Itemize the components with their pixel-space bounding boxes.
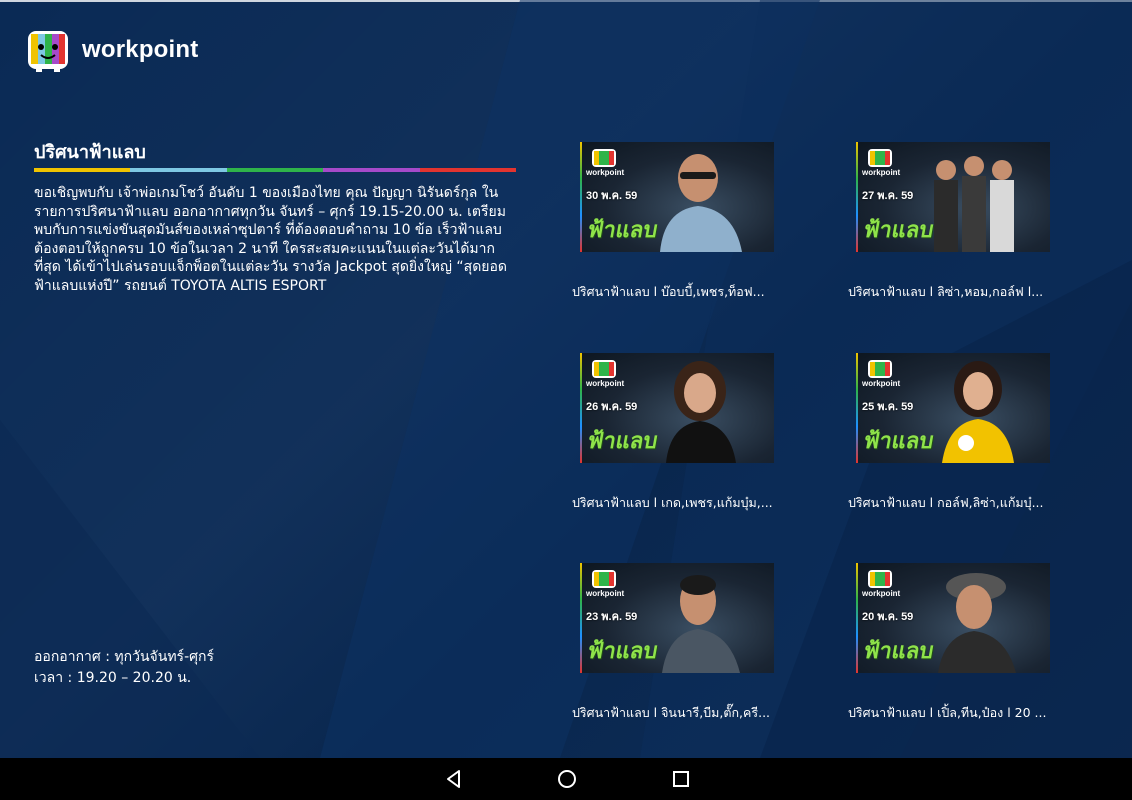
- thumb-wordmark: workpoint: [586, 168, 625, 177]
- workpoint-mini-logo-icon: [592, 360, 616, 378]
- rainbow-segment: [130, 168, 227, 172]
- thumb-rainbow-bar: [856, 563, 858, 673]
- rainbow-divider: [34, 168, 517, 172]
- episode-date: 23 พ.ค. 59: [586, 611, 638, 623]
- app-header: workpoint: [24, 26, 198, 74]
- episode-title[interactable]: ปริศนาฟ้าแลบ l จินนารี,บีม,ตั๊ก,ครี...: [572, 703, 792, 723]
- episode-date: 27 พ.ค. 59: [862, 190, 914, 202]
- episode-thumbnail[interactable]: workpoint 27 พ.ค. 59 ฟ้าแลบ: [856, 142, 1050, 252]
- status-strip: [0, 0, 1132, 2]
- rainbow-segment: [34, 168, 131, 172]
- show-mark: ฟ้าแลบ: [585, 429, 660, 454]
- workpoint-mini-logo-icon: [592, 149, 616, 167]
- air-days: ออกอากาศ : ทุกวันจันทร์-ศุกร์: [34, 649, 214, 665]
- home-circle-icon[interactable]: [556, 768, 578, 790]
- episode-date: 20 พ.ค. 59: [862, 611, 914, 623]
- episode-date: 30 พ.ค. 59: [586, 190, 638, 202]
- thumb-rainbow-bar: [856, 353, 858, 463]
- rainbow-segment: [419, 168, 517, 172]
- workpoint-mini-logo-icon: [592, 570, 616, 588]
- episode-title[interactable]: ปริศนาฟ้าแลบ l บ๊อบบี้,เพชร,ท็อฟ...: [572, 282, 792, 302]
- air-time: เวลา : 19.20 – 20.20 น.: [34, 670, 192, 686]
- tv-character-icon[interactable]: [24, 27, 72, 73]
- thumb-wordmark: workpoint: [586, 589, 625, 598]
- episode-thumbnail[interactable]: workpoint 26 พ.ค. 59 ฟ้าแลบ: [580, 353, 774, 463]
- contestant-silhouette: [662, 575, 740, 673]
- show-title: ปริศนาฟ้าแลบ: [34, 142, 146, 163]
- thumb-wordmark: workpoint: [586, 379, 625, 388]
- show-mark: ฟ้าแลบ: [861, 429, 936, 454]
- thumb-rainbow-bar: [580, 353, 582, 463]
- thumb-rainbow-bar: [856, 142, 858, 252]
- thumb-wordmark: workpoint: [862, 379, 901, 388]
- episode-date: 26 พ.ค. 59: [586, 401, 638, 413]
- contestant-silhouette: [942, 361, 1014, 463]
- episode-thumbnail[interactable]: workpoint 20 พ.ค. 59 ฟ้าแลบ: [856, 563, 1050, 673]
- air-info: ออกอากาศ : ทุกวันจันทร์-ศุกร์ เวลา : 19.…: [34, 647, 214, 689]
- contestant-silhouette: [660, 154, 742, 252]
- contestant-silhouette: [938, 573, 1016, 673]
- thumb-rainbow-bar: [580, 563, 582, 673]
- episode-date: 25 พ.ค. 59: [862, 401, 914, 413]
- episode-thumbnail[interactable]: workpoint 23 พ.ค. 59 ฟ้าแลบ: [580, 563, 774, 673]
- system-navigation-bar: [0, 758, 1132, 800]
- episode-title[interactable]: ปริศนาฟ้าแลบ l ลิซ่า,หอม,กอล์ฟ l...: [848, 282, 1068, 302]
- episode-thumbnail[interactable]: workpoint 30 พ.ค. 59 ฟ้าแลบ: [580, 142, 774, 252]
- show-description: ขอเชิญพบกับ เจ้าพ่อเกมโชว์ อันดับ 1 ของเ…: [34, 185, 507, 294]
- back-triangle-icon[interactable]: [443, 768, 465, 790]
- thumb-wordmark: workpoint: [862, 168, 901, 177]
- episode-title[interactable]: ปริศนาฟ้าแลบ l เกด,เพชร,แก้มบุ๋ม,...: [572, 493, 792, 513]
- episode-title[interactable]: ปริศนาฟ้าแลบ l เปิ้ล,ทีน,ป๋อง l 20 ...: [848, 703, 1068, 723]
- episode-thumbnail[interactable]: workpoint 25 พ.ค. 59 ฟ้าแลบ: [856, 353, 1050, 463]
- app-screen: workpoint ปริศนาฟ้าแลบ ขอเชิญพบกับ เจ้าพ…: [0, 0, 1132, 758]
- contestant-silhouette: [666, 361, 736, 463]
- brand-name: workpoint: [82, 36, 199, 63]
- recents-square-icon[interactable]: [670, 768, 692, 790]
- thumb-rainbow-bar: [580, 142, 582, 252]
- episode-grid: workpoint 30 พ.ค. 59 ฟ้าแลบ ปริศนาฟ้าแลบ…: [572, 142, 1092, 732]
- workpoint-mini-logo-icon: [868, 360, 892, 378]
- show-mark: ฟ้าแลบ: [585, 218, 660, 243]
- thumb-wordmark: workpoint: [862, 589, 901, 598]
- show-mark: ฟ้าแลบ: [861, 218, 936, 243]
- workpoint-mini-logo-icon: [868, 570, 892, 588]
- rainbow-segment: [323, 168, 420, 172]
- episode-title[interactable]: ปริศนาฟ้าแลบ l กอล์ฟ,ลิซ่า,แก้มบุ๋...: [848, 493, 1068, 513]
- rainbow-segment: [226, 168, 324, 172]
- contestant-group: [934, 156, 1014, 252]
- show-mark: ฟ้าแลบ: [861, 639, 936, 664]
- show-mark: ฟ้าแลบ: [585, 639, 660, 664]
- workpoint-mini-logo-icon: [868, 149, 892, 167]
